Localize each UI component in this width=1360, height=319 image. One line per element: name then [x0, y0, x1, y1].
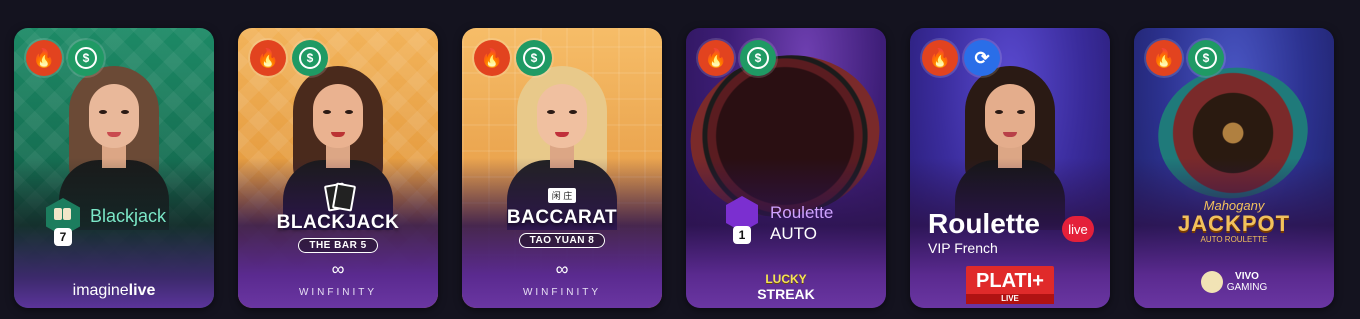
game-card-baccarat-tao-yuan-8[interactable]: 🔥 $ 闲 庄 BACCARAT TAO YUAN 8 ∞ WINFINITY	[462, 28, 662, 308]
jackpot-logo: Mahogany JACKPOT AUTO ROULETTE	[1177, 198, 1291, 244]
game-title: BLACKJACK	[276, 212, 400, 233]
game-subtitle: VIP French	[928, 240, 998, 256]
game-card-roulette-vip-french[interactable]: 🔥 ⟳ Roulette live VIP French PLATI+ LIVE	[910, 28, 1110, 308]
game-title: BACCARAT	[506, 207, 618, 228]
dollar-icon: $	[1188, 40, 1224, 76]
provider-logo-vivo-gaming: VIVO GAMING	[1134, 271, 1334, 298]
game-title: Roulette	[928, 208, 1040, 239]
seat-number-badge: 1	[733, 226, 751, 244]
dollar-icon: $	[740, 40, 776, 76]
vivo-dice-icon	[1200, 271, 1223, 293]
playing-cards-icon	[323, 182, 357, 212]
dollar-icon: $	[292, 40, 328, 76]
provider-logo-lucky-streak: LUCKY STREAK	[757, 272, 815, 302]
table-name-pill: THE BAR 5	[298, 238, 378, 253]
game-card-blackjack[interactable]: 🔥 $ 7 Blackjack imaginelive	[14, 28, 214, 308]
sync-dollar-icon: ⟳	[964, 40, 1000, 76]
fire-icon: 🔥	[26, 40, 62, 76]
fire-icon: 🔥	[250, 40, 286, 76]
provider-logo-imagine-live: imaginelive	[72, 282, 156, 299]
game-subtitle: AUTO	[770, 224, 817, 243]
seat-number-badge: 7	[54, 228, 72, 246]
fire-icon: 🔥	[1146, 40, 1182, 76]
infinity-icon: ∞	[555, 259, 569, 279]
fire-icon: 🔥	[474, 40, 510, 76]
game-card-row: 🔥 $ 7 Blackjack imaginelive 🔥 $ BLACKJAC…	[14, 28, 1334, 308]
fire-icon: 🔥	[922, 40, 958, 76]
dollar-icon: $	[68, 40, 104, 76]
provider-logo-plati-live: PLATI+ LIVE	[910, 266, 1110, 306]
provider-logo-winfinity: ∞ WINFINITY	[462, 260, 662, 300]
provider-logo-winfinity: ∞ WINFINITY	[238, 260, 438, 300]
dollar-icon: $	[516, 40, 552, 76]
game-card-mahogany-jackpot[interactable]: 🔥 $ Mahogany JACKPOT AUTO ROULETTE VIVO G…	[1134, 28, 1334, 308]
game-card-blackjack-the-bar-5[interactable]: 🔥 $ BLACKJACK THE BAR 5 ∞ WINFINITY	[238, 28, 438, 308]
game-title: Roulette	[770, 203, 834, 222]
game-title: Blackjack	[90, 206, 167, 226]
fire-icon: 🔥	[698, 40, 734, 76]
chinese-characters-badge: 闲 庄	[547, 188, 577, 203]
live-badge: live	[1062, 216, 1094, 242]
game-card-roulette-auto[interactable]: 🔥 $ 1 Roulette AUTO LUCKY STREAK	[686, 28, 886, 308]
table-name-pill: TAO YUAN 8	[518, 233, 606, 248]
infinity-icon: ∞	[331, 259, 345, 279]
